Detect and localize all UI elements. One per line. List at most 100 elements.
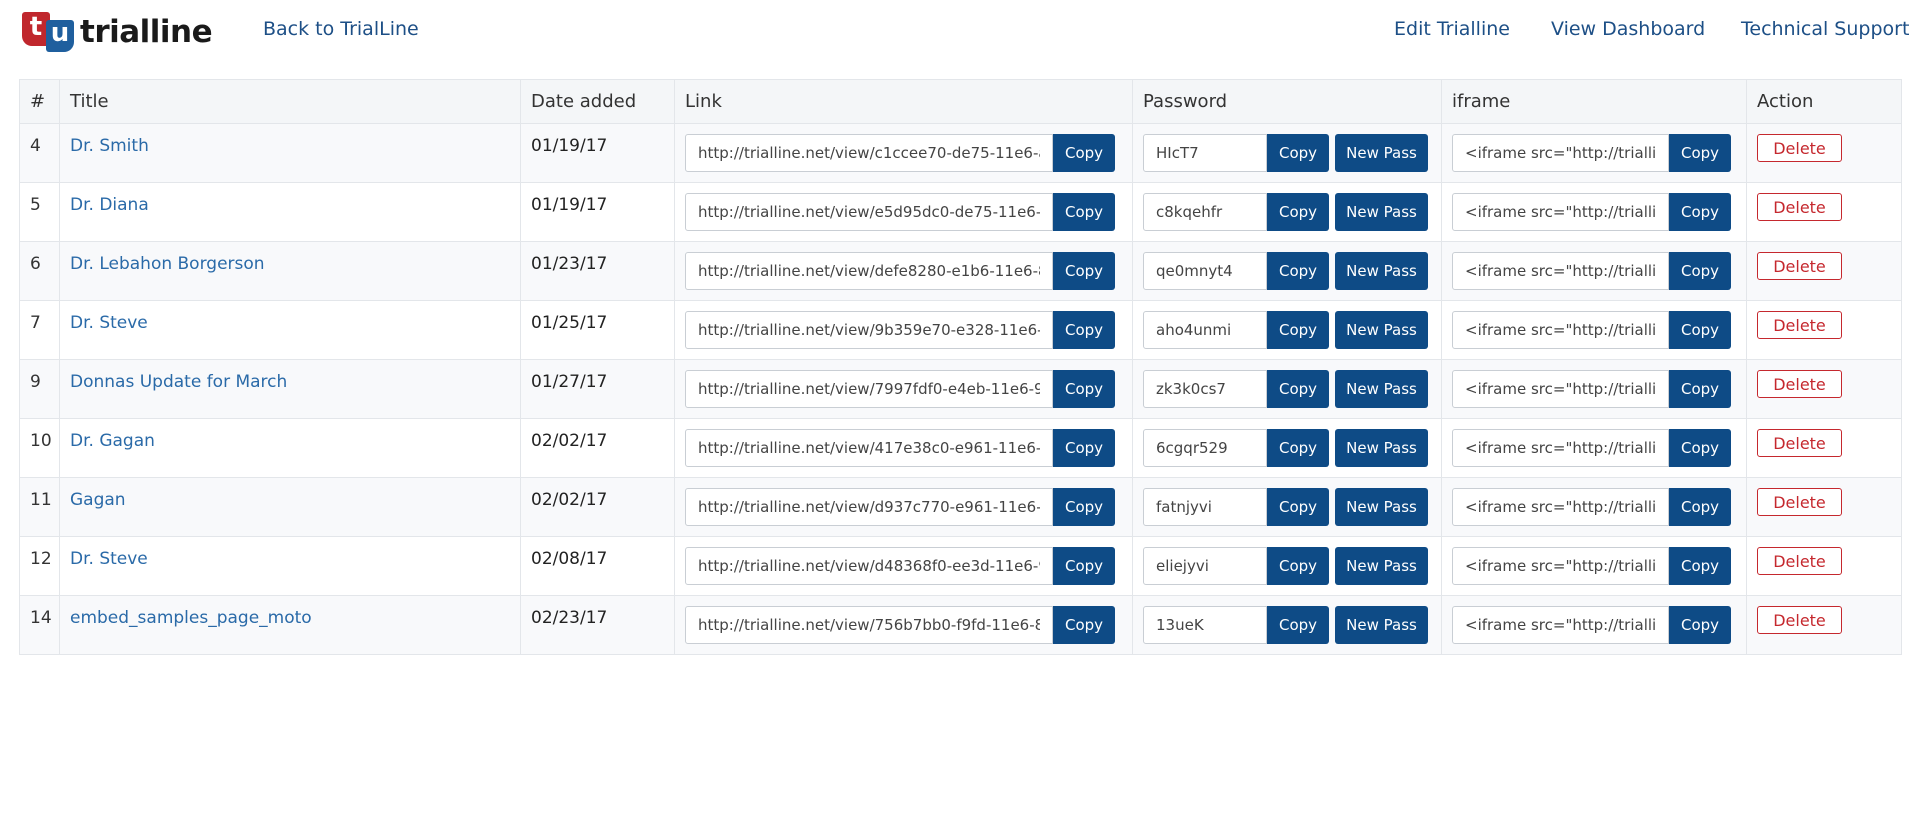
table-row: 6 Dr. Lebahon Borgerson 01/23/17 Copy Co… — [19, 241, 1902, 301]
iframe-input[interactable] — [1452, 193, 1669, 231]
delete-button[interactable]: Delete — [1757, 488, 1842, 516]
delete-button[interactable]: Delete — [1757, 193, 1842, 221]
copy-iframe-button[interactable]: Copy — [1669, 606, 1731, 644]
column-header-date-added: Date added — [520, 79, 675, 124]
new-pass-button[interactable]: New Pass — [1335, 488, 1428, 526]
copy-password-button[interactable]: Copy — [1267, 193, 1329, 231]
trialline-title-link[interactable]: Dr. Lebahon Borgerson — [70, 254, 265, 274]
link-input[interactable] — [685, 488, 1053, 526]
iframe-cell: Copy — [1441, 418, 1747, 478]
iframe-input[interactable] — [1452, 370, 1669, 408]
new-pass-button[interactable]: New Pass — [1335, 311, 1428, 349]
trialline-title-link[interactable]: Dr. Diana — [70, 195, 149, 215]
date-added: 01/19/17 — [520, 182, 675, 242]
copy-password-button[interactable]: Copy — [1267, 547, 1329, 585]
new-pass-button[interactable]: New Pass — [1335, 547, 1428, 585]
copy-password-button[interactable]: Copy — [1267, 311, 1329, 349]
password-input[interactable] — [1143, 134, 1267, 172]
edit-trialline-link[interactable]: Edit Trialline — [1394, 18, 1510, 40]
trialline-title-link[interactable]: Dr. Steve — [70, 313, 148, 333]
iframe-cell: Copy — [1441, 182, 1747, 242]
copy-iframe-button[interactable]: Copy — [1669, 193, 1731, 231]
copy-iframe-button[interactable]: Copy — [1669, 252, 1731, 290]
password-input[interactable] — [1143, 488, 1267, 526]
link-input[interactable] — [685, 547, 1053, 585]
delete-button[interactable]: Delete — [1757, 311, 1842, 339]
copy-iframe-button[interactable]: Copy — [1669, 311, 1731, 349]
password-input[interactable] — [1143, 429, 1267, 467]
copy-iframe-button[interactable]: Copy — [1669, 547, 1731, 585]
back-to-trialline-link[interactable]: Back to TrialLine — [263, 18, 419, 40]
copy-password-button[interactable]: Copy — [1267, 488, 1329, 526]
password-input[interactable] — [1143, 311, 1267, 349]
copy-password-button[interactable]: Copy — [1267, 429, 1329, 467]
technical-support-link[interactable]: Technical Support — [1741, 18, 1909, 40]
copy-password-button[interactable]: Copy — [1267, 606, 1329, 644]
copy-iframe-button[interactable]: Copy — [1669, 488, 1731, 526]
copy-password-button[interactable]: Copy — [1267, 252, 1329, 290]
copy-link-button[interactable]: Copy — [1053, 429, 1115, 467]
iframe-cell: Copy — [1441, 123, 1747, 183]
link-input[interactable] — [685, 311, 1053, 349]
iframe-input[interactable] — [1452, 252, 1669, 290]
trialline-title-link[interactable]: Gagan — [70, 490, 126, 510]
delete-button[interactable]: Delete — [1757, 547, 1842, 575]
copy-iframe-button[interactable]: Copy — [1669, 429, 1731, 467]
trialline-title-link[interactable]: embed_samples_page_moto — [70, 608, 312, 628]
copy-link-button[interactable]: Copy — [1053, 370, 1115, 408]
link-input[interactable] — [685, 606, 1053, 644]
view-dashboard-link[interactable]: View Dashboard — [1551, 18, 1705, 40]
link-input[interactable] — [685, 429, 1053, 467]
trialline-title-link[interactable]: Dr. Smith — [70, 136, 149, 156]
password-input[interactable] — [1143, 370, 1267, 408]
new-pass-button[interactable]: New Pass — [1335, 252, 1428, 290]
copy-link-button[interactable]: Copy — [1053, 488, 1115, 526]
delete-button[interactable]: Delete — [1757, 606, 1842, 634]
password-input[interactable] — [1143, 252, 1267, 290]
link-cell: Copy — [674, 595, 1133, 655]
copy-iframe-button[interactable]: Copy — [1669, 370, 1731, 408]
trialline-title-link[interactable]: Dr. Gagan — [70, 431, 155, 451]
new-pass-button[interactable]: New Pass — [1335, 134, 1428, 172]
iframe-input[interactable] — [1452, 547, 1669, 585]
copy-link-button[interactable]: Copy — [1053, 252, 1115, 290]
new-pass-button[interactable]: New Pass — [1335, 193, 1428, 231]
iframe-input[interactable] — [1452, 134, 1669, 172]
delete-button[interactable]: Delete — [1757, 252, 1842, 280]
copy-iframe-button[interactable]: Copy — [1669, 134, 1731, 172]
copy-link-button[interactable]: Copy — [1053, 606, 1115, 644]
delete-button[interactable]: Delete — [1757, 370, 1842, 398]
iframe-input[interactable] — [1452, 488, 1669, 526]
link-cell: Copy — [674, 182, 1133, 242]
delete-button[interactable]: Delete — [1757, 134, 1842, 162]
link-input[interactable] — [685, 193, 1053, 231]
trialline-logo[interactable]: t u trialline — [22, 12, 213, 52]
password-input[interactable] — [1143, 547, 1267, 585]
link-input[interactable] — [685, 134, 1053, 172]
copy-password-button[interactable]: Copy — [1267, 134, 1329, 172]
row-number: 9 — [19, 359, 60, 419]
trialline-title-link[interactable]: Dr. Steve — [70, 549, 148, 569]
copy-link-button[interactable]: Copy — [1053, 134, 1115, 172]
trialline-title-link[interactable]: Donnas Update for March — [70, 372, 287, 392]
date-added: 02/02/17 — [520, 477, 675, 537]
iframe-input[interactable] — [1452, 429, 1669, 467]
password-input[interactable] — [1143, 193, 1267, 231]
column-header-action: Action — [1746, 79, 1902, 124]
delete-button[interactable]: Delete — [1757, 429, 1842, 457]
new-pass-button[interactable]: New Pass — [1335, 370, 1428, 408]
iframe-input[interactable] — [1452, 311, 1669, 349]
password-input[interactable] — [1143, 606, 1267, 644]
copy-link-button[interactable]: Copy — [1053, 311, 1115, 349]
title-cell: Gagan — [59, 477, 521, 537]
copy-password-button[interactable]: Copy — [1267, 370, 1329, 408]
iframe-input[interactable] — [1452, 606, 1669, 644]
copy-link-button[interactable]: Copy — [1053, 193, 1115, 231]
link-input[interactable] — [685, 252, 1053, 290]
link-input[interactable] — [685, 370, 1053, 408]
row-number: 7 — [19, 300, 60, 360]
new-pass-button[interactable]: New Pass — [1335, 606, 1428, 644]
new-pass-button[interactable]: New Pass — [1335, 429, 1428, 467]
logo-u: u — [46, 20, 74, 52]
copy-link-button[interactable]: Copy — [1053, 547, 1115, 585]
